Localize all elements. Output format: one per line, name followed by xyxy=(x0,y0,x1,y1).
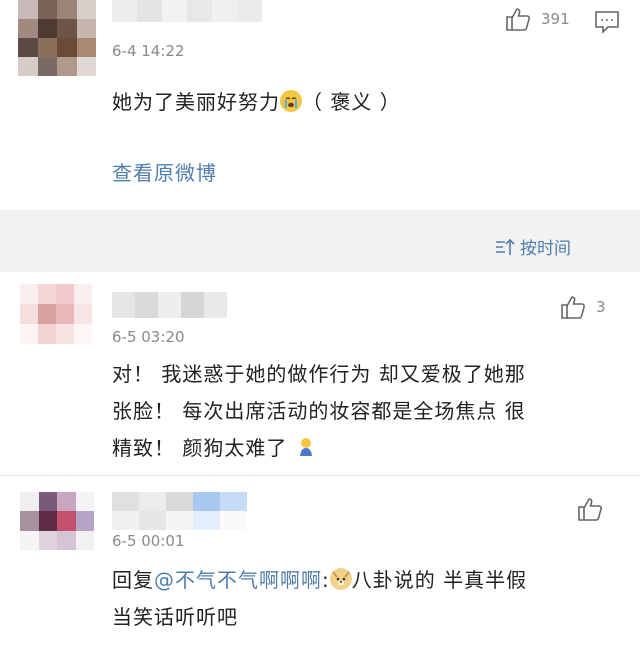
avatar[interactable] xyxy=(18,0,96,76)
sort-label: 按时间 xyxy=(520,239,571,259)
view-original-link[interactable]: 查看原微博 xyxy=(112,155,217,192)
sort-icon xyxy=(496,238,515,255)
avatar[interactable] xyxy=(20,492,94,550)
crying-face-icon xyxy=(280,90,302,112)
comment-timestamp: 6-5 03:20 xyxy=(112,328,185,346)
avatar[interactable] xyxy=(20,284,92,344)
comment-text: 回复@不气不气啊啊啊: 八卦说的 半真半假 当笑话听听吧 xyxy=(112,562,527,636)
username[interactable] xyxy=(112,292,227,318)
comment-line: 精致！ 颜狗太难了 xyxy=(112,430,526,467)
username[interactable] xyxy=(112,492,247,530)
kneeling-person-icon xyxy=(295,436,317,458)
comment-line: 回复@不气不气啊啊啊: 八卦说的 半真半假 xyxy=(112,568,528,592)
like-button[interactable] xyxy=(577,496,603,522)
main-post: 6-4 14:22 391 她为了美丽好努力 （ 褒义 ） 查看原微博 xyxy=(0,0,640,210)
post-timestamp: 6-4 14:22 xyxy=(112,42,185,60)
doge-icon xyxy=(329,568,352,590)
like-count: 391 xyxy=(541,10,570,28)
comment-line: 当笑话听听吧 xyxy=(112,605,238,629)
like-button[interactable]: 391 xyxy=(505,6,570,32)
comment-item: 6-5 03:20 3 对！ 我迷惑于她的做作行为 却又爱极了她那 张脸！ 每次… xyxy=(0,272,640,475)
thumbs-up-icon xyxy=(506,8,530,31)
comment-line: 对！ 我迷惑于她的做作行为 却又爱极了她那 xyxy=(112,362,526,386)
thumbs-up-icon xyxy=(578,498,602,521)
comment-text: 对！ 我迷惑于她的做作行为 却又爱极了她那 张脸！ 每次出席活动的妆容都是全场焦… xyxy=(112,356,526,467)
comment-timestamp: 6-5 00:01 xyxy=(112,532,185,550)
like-button[interactable]: 3 xyxy=(560,294,606,320)
sort-bar: 按时间 xyxy=(0,210,640,272)
thumbs-up-icon xyxy=(561,296,585,319)
post-text: 她为了美丽好努力 （ 褒义 ） xyxy=(112,90,401,114)
like-count: 3 xyxy=(596,298,606,316)
comment-icon[interactable] xyxy=(594,10,620,34)
username[interactable] xyxy=(112,0,262,22)
sort-button[interactable]: 按时间 xyxy=(494,234,571,259)
comment-item: 6-5 00:01 回复@不气不气啊啊啊: 八卦说的 半真半假 当笑话听听吧 xyxy=(0,476,640,645)
mention-link[interactable]: @不气不气啊啊啊 xyxy=(154,568,322,592)
comment-line: 张脸！ 每次出席活动的妆容都是全场焦点 很 xyxy=(112,399,526,423)
